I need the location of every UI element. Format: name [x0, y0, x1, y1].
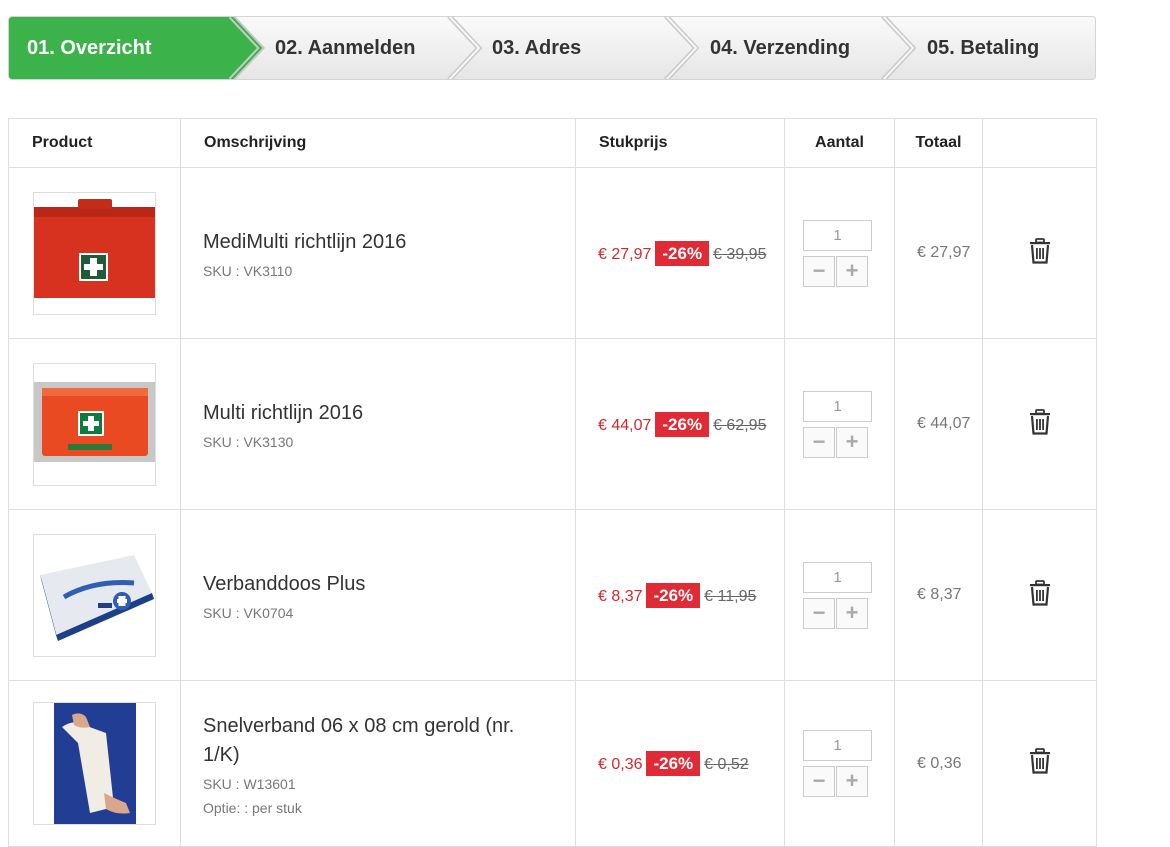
trash-icon[interactable] — [1028, 237, 1052, 268]
discount-badge: -26% — [646, 751, 701, 776]
sale-price: € 8,37 — [598, 587, 643, 605]
table-row: MediMulti richtlijn 2016 SKU : VK3110 € … — [8, 167, 1097, 339]
table-row: Multi richtlijn 2016 SKU : VK3130 € 44,0… — [8, 338, 1097, 510]
step-divider-2 — [447, 17, 483, 79]
quantity-minus-button[interactable]: − — [803, 597, 835, 629]
header-actions — [982, 118, 1097, 168]
step-adres[interactable]: 03. Adres — [492, 17, 581, 79]
quantity-plus-button[interactable]: + — [836, 766, 868, 797]
step-divider-4 — [881, 17, 917, 79]
quantity-plus-button[interactable]: + — [836, 426, 868, 458]
step-verzending[interactable]: 04. Verzending — [710, 17, 850, 79]
original-price: € 0,52 — [704, 756, 749, 773]
row-total: € 0,36 — [894, 680, 983, 847]
header-total: Totaal — [894, 118, 983, 168]
sale-price: € 44,07 — [598, 416, 652, 434]
trash-icon[interactable] — [1028, 408, 1052, 439]
product-image-orange-first-aid-case[interactable] — [33, 362, 156, 486]
product-name[interactable]: MediMulti richtlijn 2016 — [203, 228, 545, 257]
discount-badge: -26% — [655, 240, 710, 266]
quantity-minus-button[interactable]: − — [803, 255, 835, 287]
product-name[interactable]: Verbanddoos Plus — [203, 570, 545, 599]
row-total: € 8,37 — [894, 509, 983, 681]
quantity-plus-button[interactable]: + — [836, 255, 868, 287]
header-product: Product — [8, 118, 181, 168]
table-row: Snelverband 06 x 08 cm gerold (nr. 1/K) … — [8, 680, 1097, 847]
table-row: Verbanddoos Plus SKU : VK0704 € 8,37 -26%… — [8, 509, 1097, 681]
product-sku: SKU : VK3110 — [203, 262, 293, 279]
quantity-input[interactable] — [803, 219, 872, 251]
step-aanmelden[interactable]: 02. Aanmelden — [275, 17, 415, 79]
discount-badge: -26% — [646, 582, 701, 608]
product-image-blue-bandage-box[interactable] — [33, 533, 156, 657]
original-price: € 62,95 — [713, 416, 767, 434]
row-total: € 27,97 — [894, 167, 983, 339]
product-name[interactable]: Multi richtlijn 2016 — [203, 399, 545, 428]
sale-price: € 0,36 — [598, 756, 643, 773]
header-unit-price: Stukprijs — [575, 118, 785, 168]
product-option: Optie: : per stuk — [203, 799, 302, 816]
sale-price: € 27,97 — [598, 245, 652, 263]
product-sku: SKU : W13601 — [203, 775, 296, 792]
quantity-minus-button[interactable]: − — [803, 426, 835, 458]
original-price: € 11,95 — [704, 587, 757, 605]
product-sku: SKU : VK3130 — [203, 433, 294, 450]
quantity-input[interactable] — [803, 390, 872, 422]
trash-icon[interactable] — [1028, 579, 1052, 610]
quantity-input[interactable] — [803, 730, 872, 761]
quantity-minus-button[interactable]: − — [803, 766, 835, 797]
row-total: € 44,07 — [894, 338, 983, 510]
step-betaling[interactable]: 05. Betaling — [927, 17, 1039, 79]
header-description: Omschrijving — [180, 118, 576, 168]
step-overzicht[interactable]: 01. Overzicht — [27, 17, 152, 79]
step-divider-3 — [664, 17, 700, 79]
quantity-input[interactable] — [803, 561, 872, 593]
checkout-steps: 01. Overzicht 02. Aanmelden 03. Adres 04… — [8, 16, 1096, 80]
quantity-plus-button[interactable]: + — [836, 597, 868, 629]
product-sku: SKU : VK0704 — [203, 604, 294, 621]
original-price: € 39,95 — [713, 245, 767, 263]
product-image-red-first-aid-case[interactable] — [33, 191, 156, 315]
cart-table: Product Omschrijving Stukprijs Aantal To… — [8, 118, 1097, 847]
product-image-bandage-roll[interactable] — [33, 702, 156, 825]
table-header-row: Product Omschrijving Stukprijs Aantal To… — [8, 118, 1097, 168]
product-name[interactable]: Snelverband 06 x 08 cm gerold (nr. 1/K) — [203, 712, 545, 770]
discount-badge: -26% — [655, 411, 710, 437]
header-quantity: Aantal — [784, 118, 895, 168]
trash-icon[interactable] — [1028, 748, 1052, 778]
